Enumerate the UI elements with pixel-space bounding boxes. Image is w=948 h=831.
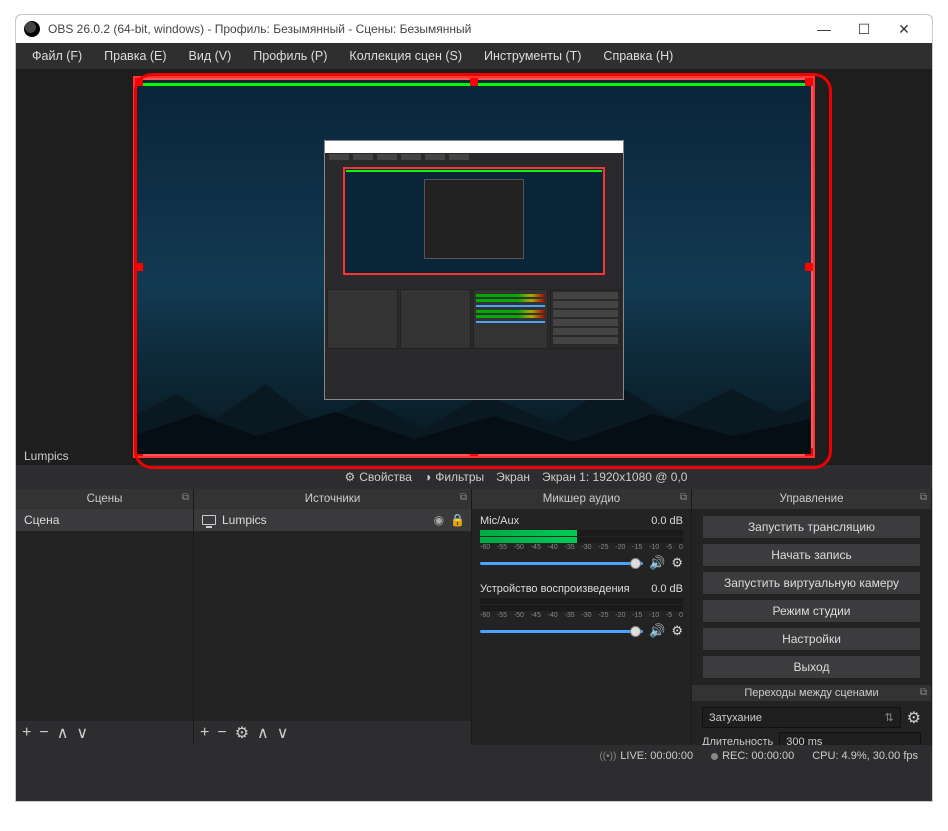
channel-name: Устройство воспроизведения xyxy=(480,583,630,595)
add-source-button[interactable]: + xyxy=(200,724,209,742)
menu-scene-collection[interactable]: Коллекция сцен (S) xyxy=(339,46,472,66)
scenes-toolbar: + − ∧ ∨ xyxy=(16,721,193,745)
display-capture-icon xyxy=(202,515,216,525)
source-type-label: Экран xyxy=(496,470,530,484)
sources-panel: Источники⧉ Lumpics ◉ 🔒 + − ∧ ∨ xyxy=(194,489,472,745)
speaker-icon[interactable]: 🔊 xyxy=(649,555,665,571)
chevron-updown-icon: ⇅ xyxy=(884,711,893,724)
channel-settings-button[interactable] xyxy=(671,623,683,639)
live-status: LIVE: 00:00:00 xyxy=(599,750,693,762)
source-properties-button[interactable] xyxy=(235,723,249,743)
audio-meter xyxy=(480,530,683,536)
menubar: Файл (F) Правка (E) Вид (V) Профиль (P) … xyxy=(16,43,932,69)
audio-meter xyxy=(480,605,683,611)
exit-button[interactable]: Выход xyxy=(702,655,921,679)
control-panel: Управление⧉ Запустить трансляцию Начать … xyxy=(692,489,932,745)
source-item[interactable]: Lumpics xyxy=(194,509,471,531)
menu-file[interactable]: Файл (F) xyxy=(22,46,92,66)
preview-area: Lumpics xyxy=(16,69,932,465)
cpu-status: CPU: 4.9%, 30.00 fps xyxy=(812,750,918,762)
speaker-icon[interactable]: 🔊 xyxy=(649,623,665,639)
visibility-toggle[interactable]: ◉ xyxy=(434,513,444,527)
gear-icon xyxy=(344,470,355,484)
window-title: OBS 26.0.2 (64-bit, windows) - Профиль: … xyxy=(48,22,804,36)
db-ticks: -60-55-50-45-40-35-30-25-20-15-10-50 xyxy=(480,612,683,619)
mixer-channel-desktop: Устройство воспроизведения 0.0 dB -60-55-… xyxy=(472,577,691,645)
dock-icon[interactable]: ⧉ xyxy=(920,687,927,698)
remove-scene-button[interactable]: − xyxy=(39,724,48,742)
resize-handle-tr[interactable] xyxy=(805,78,813,86)
resize-handle-ml[interactable] xyxy=(135,263,143,271)
duration-label: Длительность xyxy=(702,736,773,745)
app-window: OBS 26.0.2 (64-bit, windows) - Профиль: … xyxy=(15,14,933,802)
rec-status: REC: 00:00:00 xyxy=(711,750,794,762)
channel-db: 0.0 dB xyxy=(651,583,683,595)
channel-db: 0.0 dB xyxy=(651,515,683,527)
resize-handle-tl[interactable] xyxy=(135,78,143,86)
start-record-button[interactable]: Начать запись xyxy=(702,543,921,567)
preview-canvas[interactable] xyxy=(134,77,814,457)
scene-up-button[interactable]: ∧ xyxy=(57,723,69,743)
mixer-header: Микшер аудио⧉ xyxy=(472,489,691,509)
dock-icon[interactable]: ⧉ xyxy=(460,492,467,503)
menu-tools[interactable]: Инструменты (T) xyxy=(474,46,591,66)
duration-input[interactable]: 300 ms xyxy=(779,732,921,745)
resize-handle-mr[interactable] xyxy=(805,263,813,271)
source-toolbar: Свойства Фильтры Экран Экран 1: 1920x108… xyxy=(16,465,932,489)
filters-button[interactable]: Фильтры xyxy=(424,470,484,484)
maximize-button[interactable]: ☐ xyxy=(844,15,884,43)
db-ticks: -60-55-50-45-40-35-30-25-20-15-10-50 xyxy=(480,544,683,551)
properties-button[interactable]: Свойства xyxy=(344,470,411,484)
transition-settings-button[interactable] xyxy=(907,708,921,728)
titlebar: OBS 26.0.2 (64-bit, windows) - Профиль: … xyxy=(16,15,932,43)
transitions-header: Переходы между сценами⧉ xyxy=(692,685,931,701)
audio-meter xyxy=(480,537,683,543)
scene-item[interactable]: Сцена xyxy=(16,509,193,531)
menu-view[interactable]: Вид (V) xyxy=(179,46,242,66)
add-scene-button[interactable]: + xyxy=(22,724,31,742)
scenes-header: Сцены⧉ xyxy=(16,489,193,509)
dock-icon[interactable]: ⧉ xyxy=(920,492,927,503)
dock-icon[interactable]: ⧉ xyxy=(680,492,687,503)
scenes-panel: Сцены⧉ Сцена + − ∧ ∨ xyxy=(16,489,194,745)
scene-down-button[interactable]: ∨ xyxy=(76,723,88,743)
sources-toolbar: + − ∧ ∨ xyxy=(194,721,471,745)
channel-name: Mic/Aux xyxy=(480,515,519,527)
statusbar: LIVE: 00:00:00 REC: 00:00:00 CPU: 4.9%, … xyxy=(16,745,932,767)
source-detail: Экран 1: 1920x1080 @ 0,0 xyxy=(542,470,742,484)
studio-mode-button[interactable]: Режим студии xyxy=(702,599,921,623)
minimize-button[interactable]: — xyxy=(804,15,844,43)
source-up-button[interactable]: ∧ xyxy=(257,723,269,743)
audio-meter xyxy=(480,598,683,604)
control-header: Управление⧉ xyxy=(692,489,931,509)
obs-logo-icon xyxy=(24,21,40,37)
volume-slider[interactable] xyxy=(480,562,643,565)
menu-edit[interactable]: Правка (E) xyxy=(94,46,176,66)
close-button[interactable]: ✕ xyxy=(884,15,924,43)
start-virtualcam-button[interactable]: Запустить виртуальную камеру xyxy=(702,571,921,595)
lock-toggle[interactable]: 🔒 xyxy=(450,513,465,527)
settings-button[interactable]: Настройки xyxy=(702,627,921,651)
transitions-section: Переходы между сценами⧉ Затухание⇅ Длите… xyxy=(692,685,931,745)
menu-help[interactable]: Справка (H) xyxy=(593,46,683,66)
sources-header: Источники⧉ xyxy=(194,489,471,509)
volume-slider[interactable] xyxy=(480,630,643,633)
source-down-button[interactable]: ∨ xyxy=(277,723,289,743)
resize-handle-tm[interactable] xyxy=(470,78,478,86)
menu-profile[interactable]: Профиль (P) xyxy=(243,46,337,66)
transition-select[interactable]: Затухание⇅ xyxy=(702,707,901,728)
start-stream-button[interactable]: Запустить трансляцию xyxy=(702,515,921,539)
mixer-panel: Микшер аудио⧉ Mic/Aux 0.0 dB -60-55-50-45… xyxy=(472,489,692,745)
recursive-preview xyxy=(324,140,624,400)
preview-source-label: Lumpics xyxy=(24,449,69,463)
channel-settings-button[interactable] xyxy=(671,555,683,571)
mixer-channel-mic: Mic/Aux 0.0 dB -60-55-50-45-40-35-30-25-2… xyxy=(472,509,691,577)
remove-source-button[interactable]: − xyxy=(217,724,226,742)
filter-icon xyxy=(424,470,431,484)
dock-icon[interactable]: ⧉ xyxy=(182,492,189,503)
